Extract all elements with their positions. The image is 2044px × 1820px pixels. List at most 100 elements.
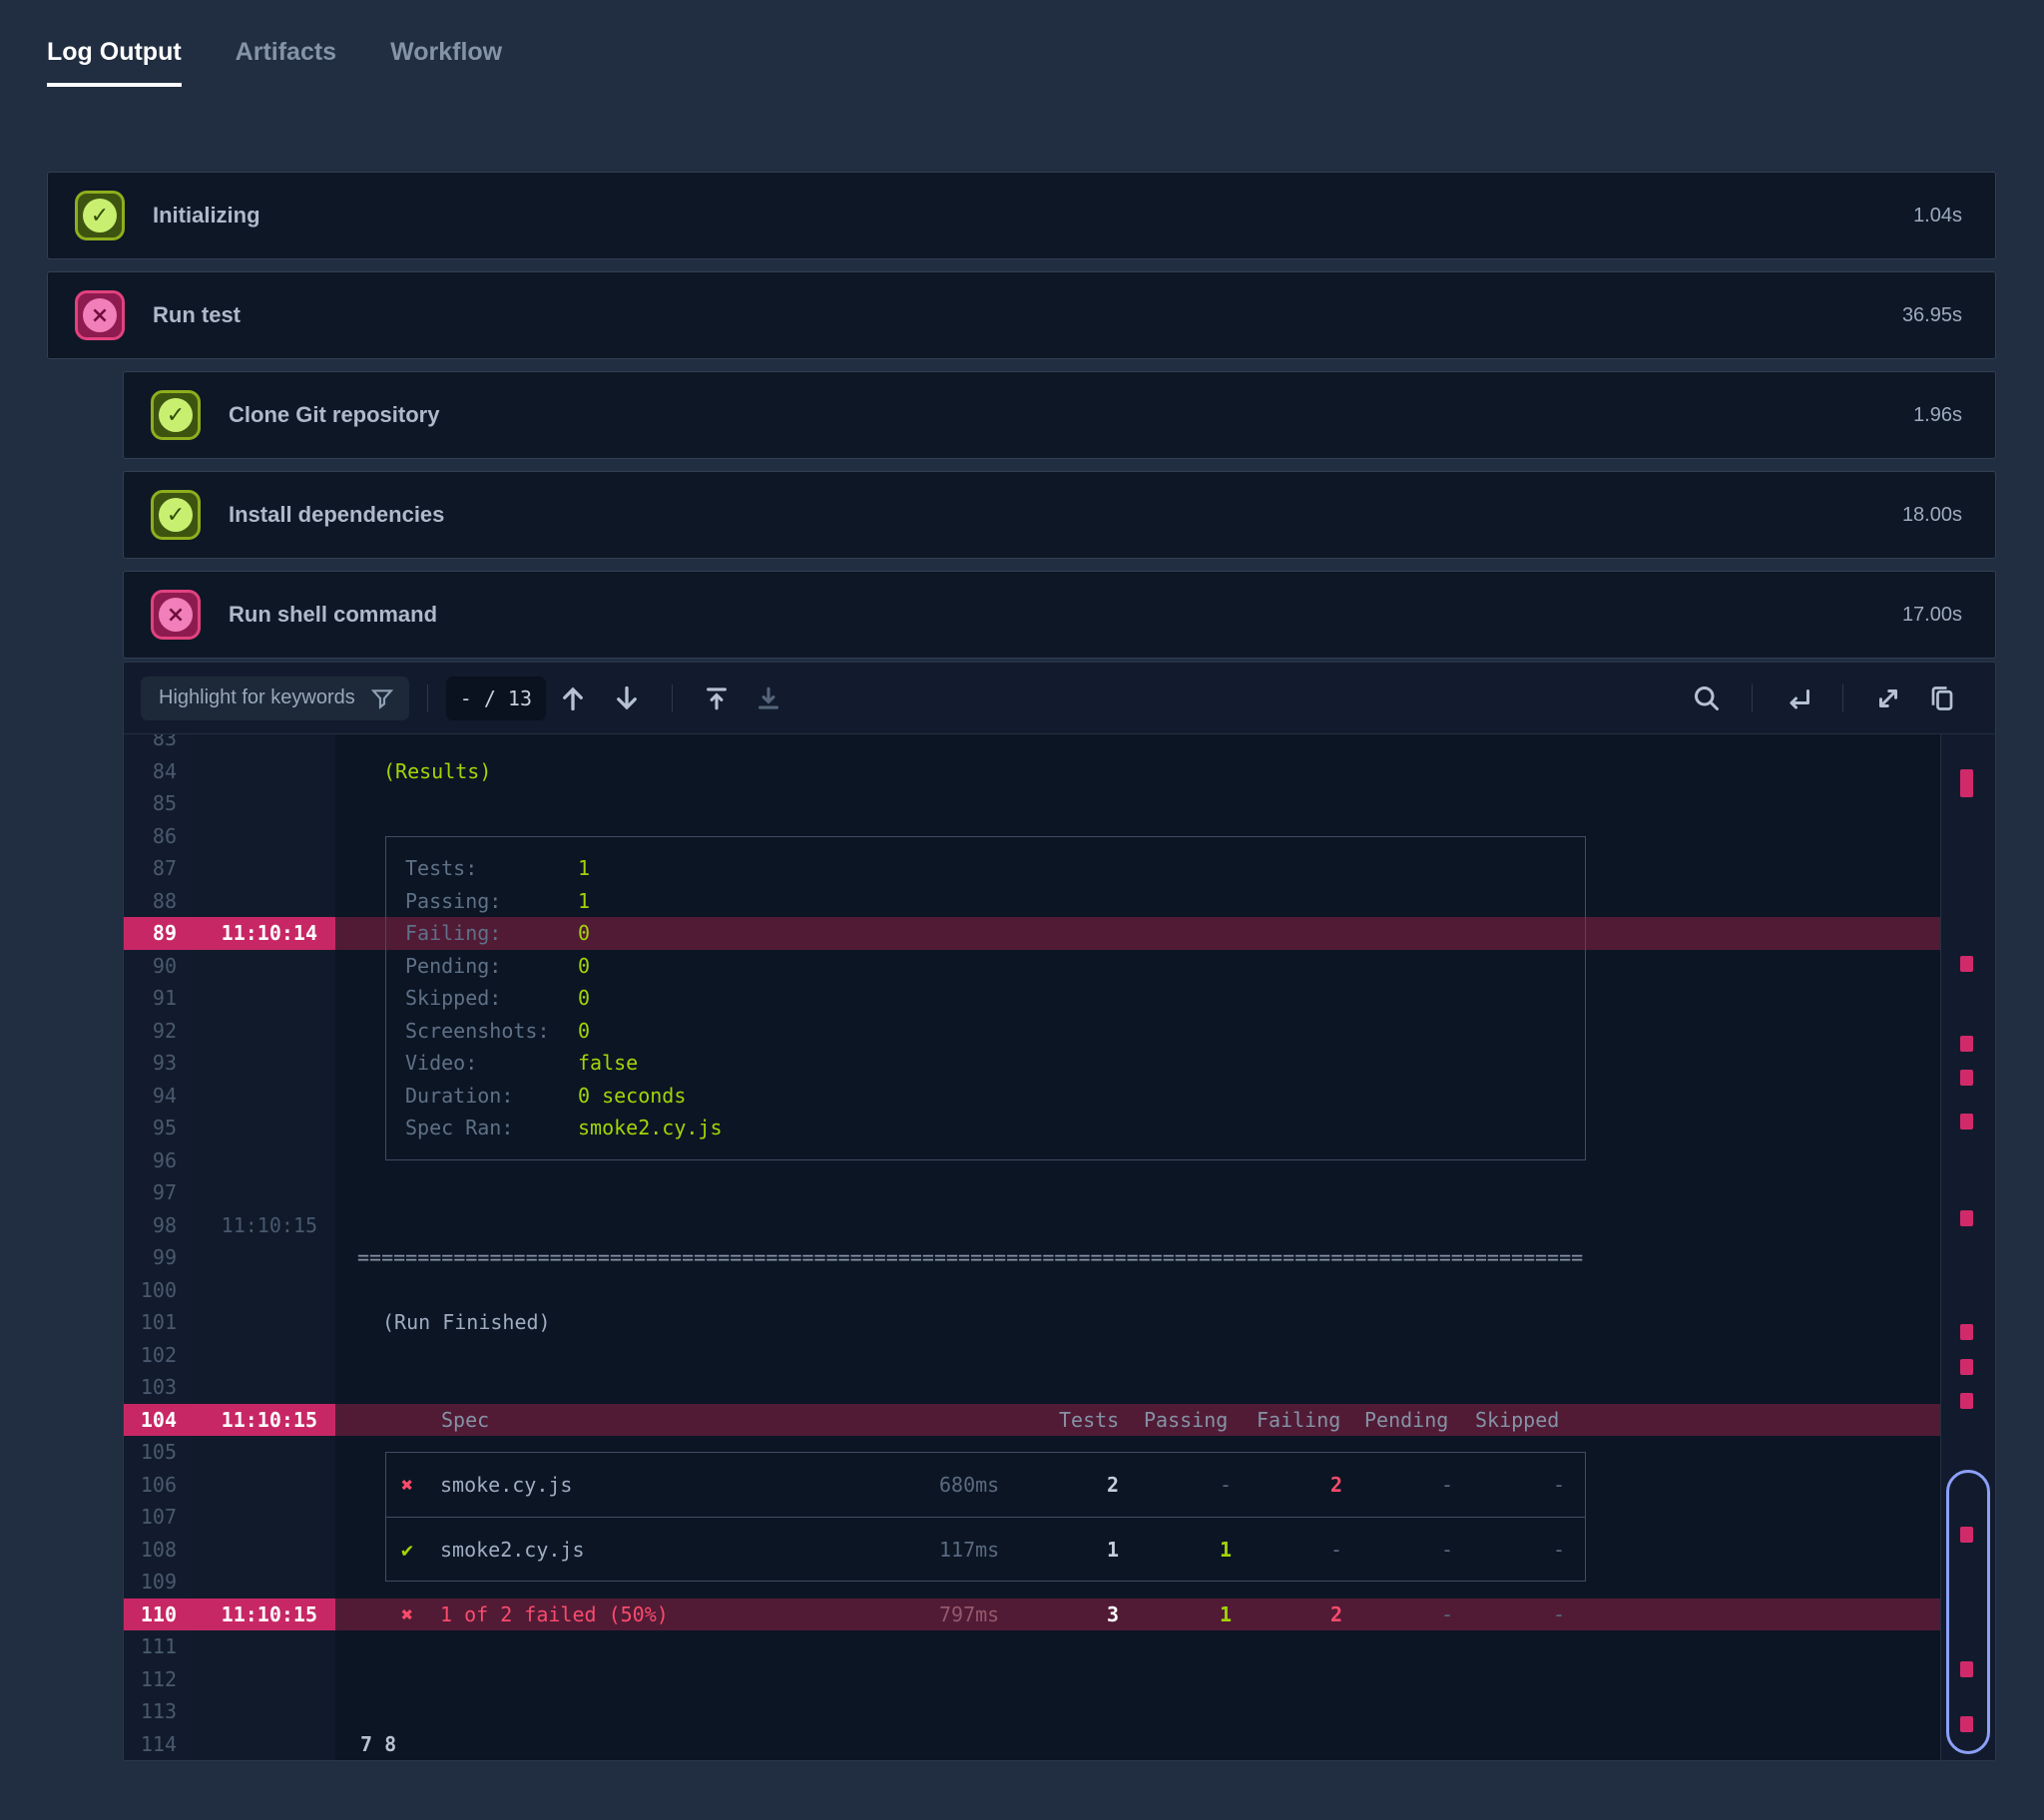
copy-button[interactable] — [1921, 678, 1963, 719]
log-line: 93 Video:false — [124, 1047, 1995, 1080]
log-line-content: (Run Finished) — [335, 1306, 1940, 1339]
line-number[interactable]: 101 — [124, 1306, 191, 1339]
scrollbar-thumb[interactable] — [1946, 1470, 1990, 1754]
error-marker — [1960, 1070, 1973, 1086]
toolbar-divider — [672, 684, 673, 712]
toolbar-divider — [1752, 684, 1753, 712]
log-line: 109 — [124, 1566, 1995, 1598]
line-number[interactable]: 94 — [124, 1080, 191, 1113]
line-timestamp — [191, 1339, 335, 1372]
log-line: 94Duration:0 seconds — [124, 1080, 1995, 1113]
log-text-segment: smoke2.cy.js — [578, 1112, 723, 1144]
step-row-clone-git-repository[interactable]: ✓Clone Git repository1.96s — [123, 371, 1996, 459]
line-number[interactable]: 88 — [124, 885, 191, 918]
line-number[interactable]: 89 — [124, 917, 191, 950]
line-number[interactable]: 87 — [124, 852, 191, 885]
line-number[interactable]: 90 — [124, 950, 191, 983]
log-body: 8384(Results)858687Tests:188Passing:1891… — [124, 734, 1995, 1760]
line-number[interactable]: 105 — [124, 1436, 191, 1469]
step-label: Initializing — [153, 203, 260, 228]
log-line: 83 — [124, 734, 1995, 755]
log-line: 112 — [124, 1663, 1995, 1696]
line-number[interactable]: 84 — [124, 755, 191, 788]
tab-log-output[interactable]: Log Output — [47, 38, 182, 87]
log-text-segment: 2 — [1330, 1598, 1342, 1631]
log-text-segment: - — [1441, 1598, 1453, 1631]
log-text-segment: Spec — [441, 1404, 489, 1437]
log-text-segment: 1 of 2 failed (50%) — [440, 1598, 669, 1631]
line-number[interactable]: 108 — [124, 1534, 191, 1567]
line-timestamp — [191, 1663, 335, 1696]
line-number[interactable]: 106 — [124, 1469, 191, 1502]
line-number[interactable]: 107 — [124, 1501, 191, 1534]
line-number[interactable]: 114 — [124, 1728, 191, 1761]
log-line: 106✖smoke.cy.js680ms2-2-- — [124, 1469, 1995, 1502]
log-text-segment: - — [1553, 1598, 1565, 1631]
next-match-button[interactable] — [606, 678, 648, 719]
line-number[interactable]: 95 — [124, 1112, 191, 1144]
line-number[interactable]: 96 — [124, 1144, 191, 1177]
log-line: 11011:10:15✖1 of 2 failed (50%)797ms312-… — [124, 1598, 1995, 1631]
log-text-segment: 117ms — [939, 1534, 999, 1567]
step-row-initializing[interactable]: ✓Initializing1.04s — [47, 172, 1996, 259]
status-glyph: ✓ — [159, 398, 193, 432]
line-number[interactable]: 104 — [124, 1404, 191, 1437]
log-text-segment: Failing: — [405, 917, 501, 950]
step-duration: 18.00s — [1902, 504, 1962, 527]
scroll-marker-bar — [1940, 734, 1995, 1760]
error-marker — [1960, 1114, 1973, 1130]
steps-list: ✓Initializing1.04s ×Run test36.95s ✓Clone … — [0, 172, 2044, 659]
log-text-segment: 7 8 — [360, 1728, 396, 1761]
line-number[interactable]: 103 — [124, 1371, 191, 1404]
error-marker — [1960, 1036, 1973, 1052]
log-text-segment: (Run Finished) — [382, 1306, 551, 1339]
log-line-content: Video:false — [335, 1047, 1940, 1080]
log-text-segment: Passing: — [405, 885, 501, 918]
line-timestamp — [191, 1144, 335, 1177]
line-number[interactable]: 99 — [124, 1241, 191, 1274]
log-text-segment: 797ms — [939, 1598, 999, 1631]
line-number[interactable]: 97 — [124, 1176, 191, 1209]
build-log-page: Log OutputArtifactsWorkflow ✓Initializin… — [0, 0, 2044, 1820]
line-number[interactable]: 109 — [124, 1566, 191, 1598]
fullscreen-button[interactable] — [1867, 678, 1909, 719]
highlight-keywords-button[interactable]: Highlight for keywords — [141, 677, 409, 720]
line-number[interactable]: 91 — [124, 982, 191, 1015]
line-timestamp — [191, 1501, 335, 1534]
line-number[interactable]: 113 — [124, 1695, 191, 1728]
line-number[interactable]: 93 — [124, 1047, 191, 1080]
line-number[interactable]: 102 — [124, 1339, 191, 1372]
log-text-segment: 2 — [1107, 1469, 1119, 1502]
previous-match-button[interactable] — [552, 678, 594, 719]
line-number[interactable]: 100 — [124, 1274, 191, 1307]
log-text-segment: Screenshots: — [405, 1015, 550, 1048]
line-number[interactable]: 83 — [124, 734, 191, 755]
log-line-content: Screenshots:0 — [335, 1015, 1940, 1048]
log-line-content: (Results) — [335, 755, 1940, 788]
line-number[interactable]: 86 — [124, 820, 191, 853]
step-row-run-test[interactable]: ×Run test36.95s — [47, 271, 1996, 359]
scroll-to-bottom-button[interactable] — [749, 679, 788, 718]
line-number[interactable]: 92 — [124, 1015, 191, 1048]
line-number[interactable]: 112 — [124, 1663, 191, 1696]
tab-artifacts[interactable]: Artifacts — [236, 38, 336, 87]
log-text-segment: - — [1220, 1469, 1232, 1502]
line-timestamp: 11:10:15 — [191, 1598, 335, 1631]
log-line-content: Pending:0 — [335, 950, 1940, 983]
step-row-install-dependencies[interactable]: ✓Install dependencies18.00s — [123, 471, 1996, 559]
tab-workflow[interactable]: Workflow — [390, 38, 502, 87]
log-line: 111 — [124, 1630, 1995, 1663]
log-line: 107 — [124, 1501, 1995, 1534]
line-number[interactable]: 111 — [124, 1630, 191, 1663]
line-number[interactable]: 85 — [124, 787, 191, 820]
line-number[interactable]: 110 — [124, 1598, 191, 1631]
scroll-to-top-button[interactable] — [697, 679, 737, 718]
search-button[interactable] — [1686, 678, 1728, 719]
line-timestamp — [191, 1534, 335, 1567]
step-row-run-shell-command[interactable]: ×Run shell command17.00s — [123, 571, 1996, 659]
line-timestamp — [191, 852, 335, 885]
log-text-segment: 1 — [1107, 1534, 1119, 1567]
line-number[interactable]: 98 — [124, 1209, 191, 1242]
wrap-lines-button[interactable] — [1777, 678, 1818, 719]
log-lines: 8384(Results)858687Tests:188Passing:1891… — [124, 734, 1995, 1760]
